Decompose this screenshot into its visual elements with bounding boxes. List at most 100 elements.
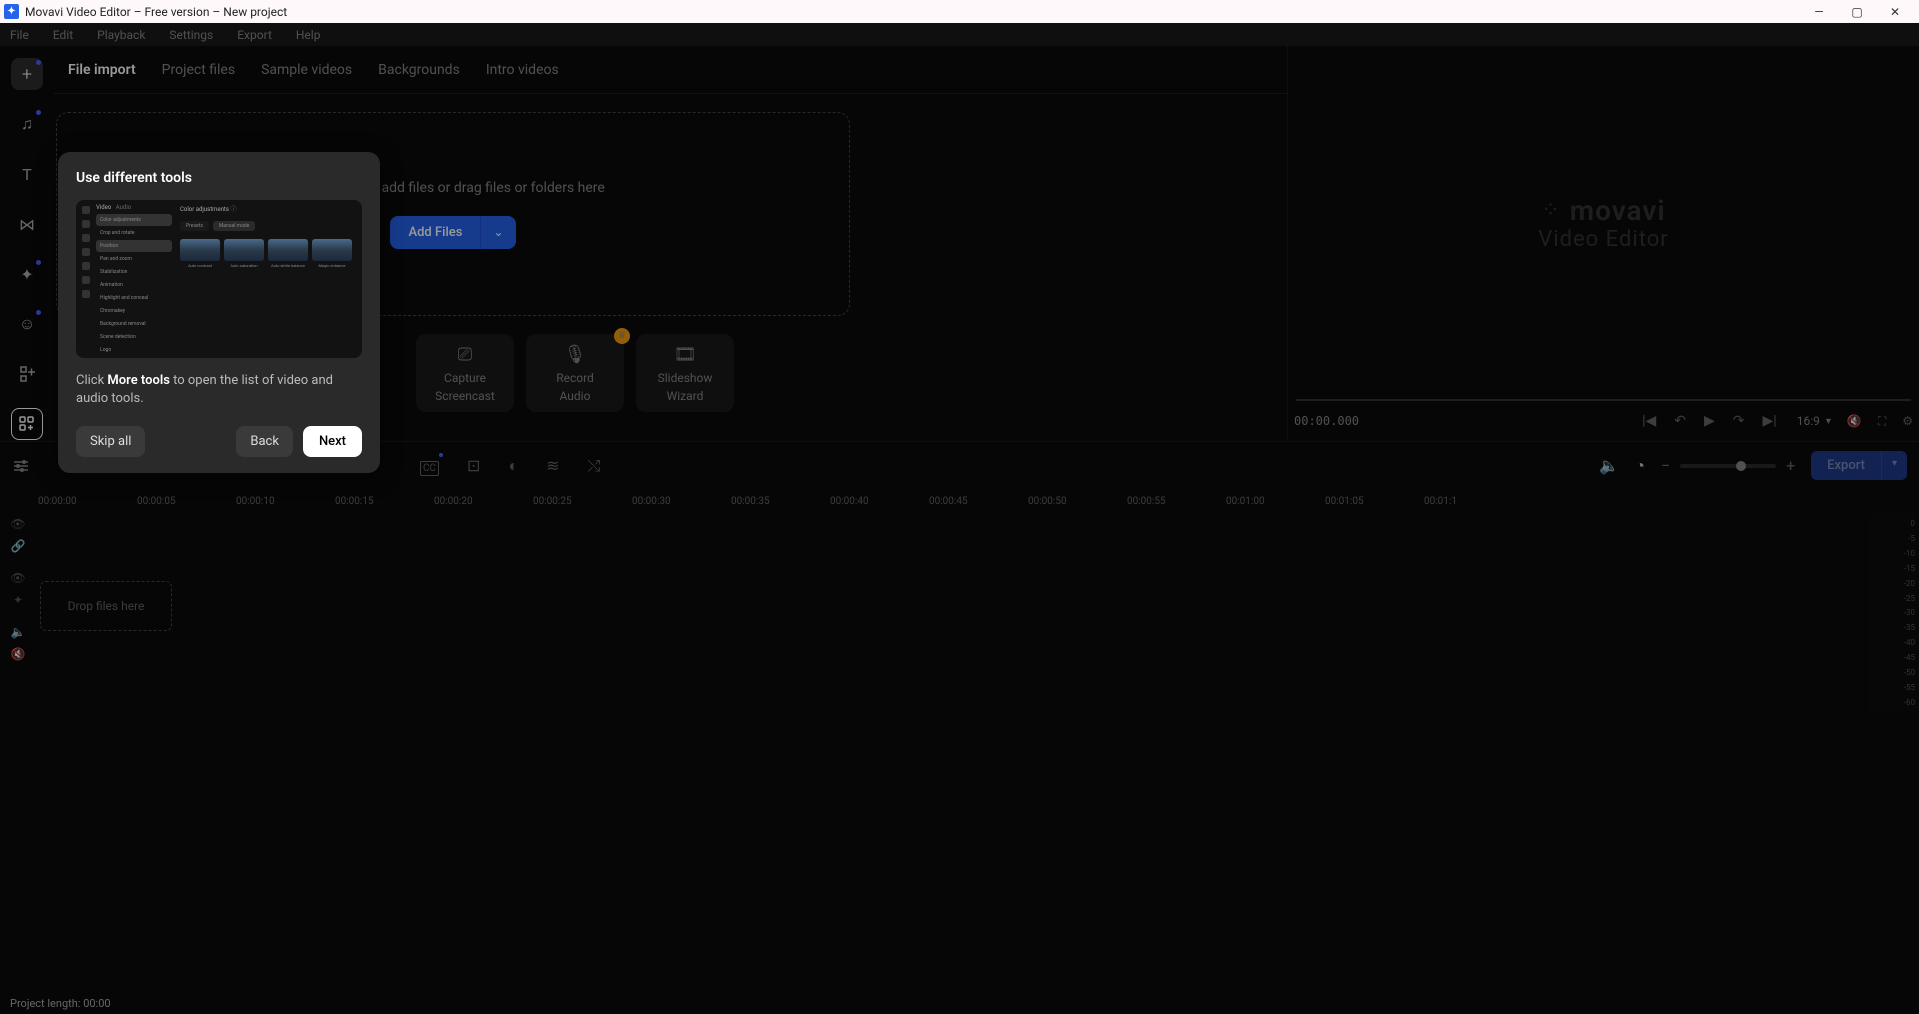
menu-export[interactable]: Export [237, 28, 272, 42]
sidebar-elements-button[interactable] [11, 358, 43, 390]
crown-icon: ♛ [614, 328, 630, 344]
chevron-down-icon: ▾ [1892, 458, 1897, 469]
track-audio-button[interactable]: 🔈 [0, 621, 36, 643]
play-button[interactable]: ▶ [1704, 413, 1715, 429]
zoom-in-button[interactable]: + [1786, 456, 1795, 475]
ruler-mark: 00:00:00 [38, 496, 77, 507]
onboarding-tooltip: Use different tools Video Audio Color ad… [58, 152, 380, 473]
timeline-ruler[interactable]: 00:00:0000:00:0500:00:1000:00:1500:00:20… [0, 489, 1919, 513]
mute-button[interactable]: 🔇 [1847, 414, 1862, 428]
settings-button[interactable]: ⚙ [1902, 414, 1913, 428]
zoom-out-button[interactable]: − [1661, 456, 1670, 475]
sidebar-text-button[interactable]: T [11, 158, 43, 190]
menu-edit[interactable]: Edit [53, 28, 73, 42]
sidebar-effects-button[interactable]: ✦ [11, 258, 43, 290]
track-effects-button[interactable]: ✦ [0, 589, 36, 611]
next-button[interactable]: Next [303, 426, 362, 457]
sidebar-stickers-button[interactable]: ☺ [11, 308, 43, 340]
notification-dot-icon [36, 60, 41, 65]
track-visibility-button[interactable]: 👁 [0, 567, 36, 589]
shuffle-tool-button[interactable]: ⤭ [588, 456, 601, 476]
slideshow-wizard-card[interactable]: 🎞 Slideshow Wizard [636, 334, 734, 412]
chevron-down-icon: ⌄ [493, 225, 503, 239]
audio-tool-button[interactable]: 🔈 [1599, 456, 1619, 475]
tab-sample-videos[interactable]: Sample videos [261, 48, 352, 92]
skip-all-button[interactable]: Skip all [76, 426, 145, 457]
tooltip-preview-image: Video Audio Color adjustmentsCrop and ro… [76, 200, 362, 358]
zoom-slider[interactable] [1680, 464, 1776, 468]
screencast-icon: ⎚ [458, 344, 472, 365]
meter-value: -60 [1873, 698, 1915, 707]
export-button[interactable]: Export [1811, 451, 1881, 480]
tab-file-import[interactable]: File import [68, 48, 136, 92]
menu-file[interactable]: File [10, 28, 29, 42]
cc-tool-button[interactable]: CC [420, 456, 439, 476]
crop-tool-button[interactable]: ⊡ [467, 456, 480, 476]
sidebar-import-button[interactable]: + [11, 58, 43, 90]
track-link-button[interactable]: 🔗 [0, 535, 36, 557]
add-files-button[interactable]: Add Files [390, 216, 481, 249]
meter-value: -15 [1873, 564, 1915, 573]
card-label: Slideshow [658, 371, 713, 385]
music-icon: ♫ [21, 114, 33, 134]
tab-backgrounds[interactable]: Backgrounds [378, 48, 460, 92]
meter-value: -45 [1873, 653, 1915, 662]
fullscreen-button[interactable]: ⛶ [1878, 414, 1886, 429]
timeline-right-tools: 🔈 ◔ − + Export ▾ [1599, 451, 1907, 480]
speed-icon: ◔ [1635, 456, 1645, 475]
close-button[interactable]: ✕ [1885, 2, 1905, 22]
add-files-dropdown[interactable]: ⌄ [481, 216, 515, 249]
ruler-mark: 00:00:10 [236, 496, 275, 507]
track-drop-placeholder[interactable]: Drop files here [40, 581, 172, 631]
meter-value: -35 [1873, 623, 1915, 632]
ruler-mark: 00:00:35 [731, 496, 770, 507]
text-icon: T [22, 165, 32, 184]
track-options-button[interactable] [12, 457, 30, 475]
meter-value: -40 [1873, 638, 1915, 647]
sidebar-music-button[interactable]: ♫ [11, 108, 43, 140]
undo-button[interactable]: ↶ [1674, 413, 1686, 429]
zoom-thumb[interactable] [1736, 461, 1746, 471]
brand-logo: ⁘ movavi Video Editor [1538, 194, 1668, 252]
export-dropdown[interactable]: ▾ [1881, 451, 1907, 480]
record-audio-card[interactable]: ♛ 🎙 Record Audio [526, 334, 624, 412]
back-button[interactable]: Back [236, 426, 293, 457]
timeline-tools: CC ⊡ ◐ ≋ ⤭ [420, 456, 600, 476]
menu-playback[interactable]: Playback [97, 28, 145, 42]
ruler-mark: 00:00:50 [1028, 496, 1067, 507]
tab-intro-videos[interactable]: Intro videos [486, 48, 559, 92]
mute-icon: 🔇 [11, 647, 26, 661]
mic-icon: 🎙 [564, 344, 587, 365]
next-frame-button[interactable]: ▶| [1763, 413, 1777, 429]
speed-tool-button[interactable]: ◔ [1635, 456, 1645, 476]
sidebar-more-tools-button[interactable] [11, 408, 43, 440]
meter-value: -10 [1873, 549, 1915, 558]
menu-settings[interactable]: Settings [169, 28, 213, 42]
ruler-mark: 00:01:1 [1424, 496, 1457, 507]
sparkle-icon: ✦ [13, 593, 23, 607]
tooltip-title: Use different tools [76, 170, 362, 186]
tab-project-files[interactable]: Project files [162, 48, 235, 92]
track-icons-column: 👁 🔗 👁 ✦ 🔈 🔇 [0, 513, 36, 713]
maximize-button[interactable]: ▢ [1847, 2, 1867, 22]
export-group: Export ▾ [1811, 451, 1907, 480]
menu-help[interactable]: Help [296, 28, 321, 42]
aspect-ratio-selector[interactable]: 16:9 ▾ [1797, 414, 1831, 428]
preview-timecode: 00:00.000 [1294, 414, 1359, 428]
track-visibility-button[interactable]: 👁 [0, 513, 36, 535]
timeline-empty-area [0, 713, 1919, 997]
card-label: Audio [560, 389, 591, 403]
left-sidebar: + ♫ T ⋈ ✦ ☺ [0, 46, 54, 441]
redo-button[interactable]: ↷ [1733, 413, 1745, 429]
prev-frame-button[interactable]: |◀ [1642, 413, 1656, 429]
brand-dots-icon: ⁘ [1541, 198, 1559, 223]
minimize-button[interactable]: — [1809, 2, 1829, 22]
color-tool-button[interactable]: ◐ [508, 456, 518, 476]
adjust-tool-button[interactable]: ≋ [546, 456, 559, 476]
capture-screencast-card[interactable]: ⎚ Capture Screencast [416, 334, 514, 412]
sidebar-transition-button[interactable]: ⋈ [11, 208, 43, 240]
track-mute-button[interactable]: 🔇 [0, 643, 36, 665]
notification-dot-icon [36, 260, 41, 265]
ruler-mark: 00:00:20 [434, 496, 473, 507]
timeline-tracks[interactable]: Drop files here [36, 513, 1869, 713]
